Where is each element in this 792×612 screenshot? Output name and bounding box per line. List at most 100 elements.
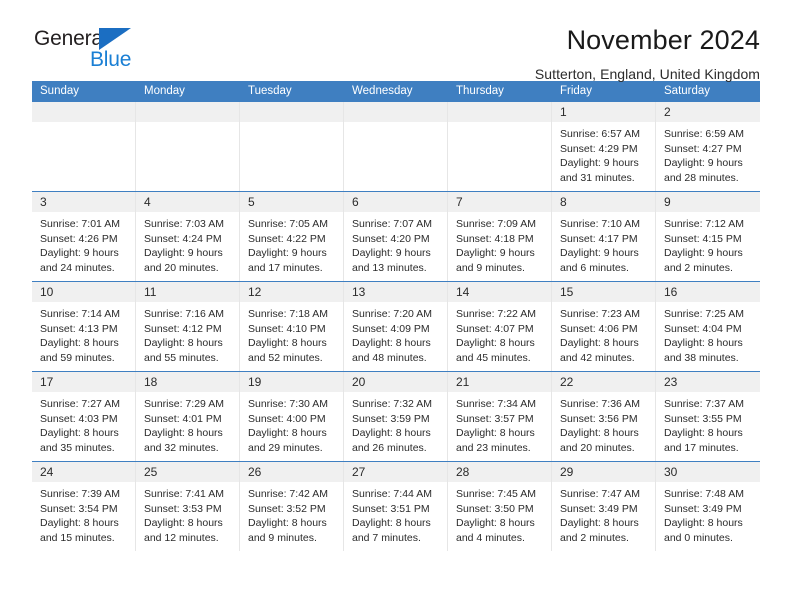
day-cell[interactable] xyxy=(32,102,136,191)
day-cell[interactable]: 26 Sunrise: 7:42 AM Sunset: 3:52 PM Dayl… xyxy=(240,462,344,551)
day-cell[interactable]: 22 Sunrise: 7:36 AM Sunset: 3:56 PM Dayl… xyxy=(552,372,656,461)
sunrise-text: Sunrise: 7:09 AM xyxy=(456,218,536,230)
daylight-text: Daylight: 8 hours and 2 minutes. xyxy=(560,517,639,544)
day-cell-header: 25 xyxy=(136,462,239,482)
day-cell-body: Sunrise: 7:12 AM Sunset: 4:15 PM Dayligh… xyxy=(656,212,760,275)
day-number: 3 xyxy=(40,195,47,209)
day-cell[interactable]: 29 Sunrise: 7:47 AM Sunset: 3:49 PM Dayl… xyxy=(552,462,656,551)
sunrise-text: Sunrise: 7:27 AM xyxy=(40,398,120,410)
sunset-text: Sunset: 4:26 PM xyxy=(40,232,118,245)
day-cell[interactable]: 11 Sunrise: 7:16 AM Sunset: 4:12 PM Dayl… xyxy=(136,282,240,371)
day-cell-body: Sunrise: 7:44 AM Sunset: 3:51 PM Dayligh… xyxy=(344,482,447,545)
day-cell[interactable]: 10 Sunrise: 7:14 AM Sunset: 4:13 PM Dayl… xyxy=(32,282,136,371)
weekday-header-thursday: Thursday xyxy=(456,85,504,97)
day-cell[interactable]: 23 Sunrise: 7:37 AM Sunset: 3:55 PM Dayl… xyxy=(656,372,760,461)
day-cell-header: 4 xyxy=(136,192,239,212)
day-cell[interactable] xyxy=(344,102,448,191)
day-cell[interactable]: 27 Sunrise: 7:44 AM Sunset: 3:51 PM Dayl… xyxy=(344,462,448,551)
title-block: November 2024 Sutterton, England, United… xyxy=(152,26,760,83)
day-cell[interactable]: 17 Sunrise: 7:27 AM Sunset: 4:03 PM Dayl… xyxy=(32,372,136,461)
day-cell[interactable]: 15 Sunrise: 7:23 AM Sunset: 4:06 PM Dayl… xyxy=(552,282,656,371)
day-number: 25 xyxy=(144,465,158,479)
day-cell-body: Sunrise: 7:14 AM Sunset: 4:13 PM Dayligh… xyxy=(32,302,135,365)
day-cell[interactable]: 24 Sunrise: 7:39 AM Sunset: 3:54 PM Dayl… xyxy=(32,462,136,551)
day-cell-header: 12 xyxy=(240,282,343,302)
sunrise-text: Sunrise: 7:07 AM xyxy=(352,218,432,230)
day-cell[interactable]: 1 Sunrise: 6:57 AM Sunset: 4:29 PM Dayli… xyxy=(552,102,656,191)
daylight-text: Daylight: 8 hours and 38 minutes. xyxy=(664,337,743,364)
day-cell[interactable] xyxy=(448,102,552,191)
triangle-icon xyxy=(99,28,131,50)
day-cell[interactable]: 20 Sunrise: 7:32 AM Sunset: 3:59 PM Dayl… xyxy=(344,372,448,461)
sunrise-text: Sunrise: 7:39 AM xyxy=(40,488,120,500)
day-cell-header: 2 xyxy=(656,102,760,122)
day-number: 5 xyxy=(248,195,255,209)
day-cell[interactable]: 7 Sunrise: 7:09 AM Sunset: 4:18 PM Dayli… xyxy=(448,192,552,281)
sunset-text: Sunset: 3:49 PM xyxy=(560,502,638,515)
daylight-text: Daylight: 8 hours and 26 minutes. xyxy=(352,427,431,454)
day-number: 20 xyxy=(352,375,366,389)
day-cell[interactable]: 18 Sunrise: 7:29 AM Sunset: 4:01 PM Dayl… xyxy=(136,372,240,461)
day-cell[interactable]: 25 Sunrise: 7:41 AM Sunset: 3:53 PM Dayl… xyxy=(136,462,240,551)
daylight-text: Daylight: 8 hours and 35 minutes. xyxy=(40,427,119,454)
day-cell[interactable] xyxy=(240,102,344,191)
day-cell-header: 21 xyxy=(448,372,551,392)
week-row: 10 Sunrise: 7:14 AM Sunset: 4:13 PM Dayl… xyxy=(32,281,760,371)
day-number: 13 xyxy=(352,285,366,299)
day-cell-body: Sunrise: 7:30 AM Sunset: 4:00 PM Dayligh… xyxy=(240,392,343,455)
sunset-text: Sunset: 3:59 PM xyxy=(352,412,430,425)
day-number: 2 xyxy=(664,105,671,119)
day-cell[interactable]: 3 Sunrise: 7:01 AM Sunset: 4:26 PM Dayli… xyxy=(32,192,136,281)
day-cell[interactable]: 14 Sunrise: 7:22 AM Sunset: 4:07 PM Dayl… xyxy=(448,282,552,371)
sunrise-text: Sunrise: 7:03 AM xyxy=(144,218,224,230)
sunset-text: Sunset: 3:49 PM xyxy=(664,502,742,515)
day-number: 29 xyxy=(560,465,574,479)
day-cell[interactable]: 19 Sunrise: 7:30 AM Sunset: 4:00 PM Dayl… xyxy=(240,372,344,461)
day-cell[interactable]: 9 Sunrise: 7:12 AM Sunset: 4:15 PM Dayli… xyxy=(656,192,760,281)
sunset-text: Sunset: 4:24 PM xyxy=(144,232,222,245)
daylight-text: Daylight: 9 hours and 2 minutes. xyxy=(664,247,743,274)
daylight-text: Daylight: 9 hours and 20 minutes. xyxy=(144,247,223,274)
day-cell-body: Sunrise: 7:07 AM Sunset: 4:20 PM Dayligh… xyxy=(344,212,447,275)
sunrise-text: Sunrise: 7:18 AM xyxy=(248,308,328,320)
weekday-header-monday: Monday xyxy=(144,85,185,97)
sunset-text: Sunset: 3:54 PM xyxy=(40,502,118,515)
day-cell[interactable]: 28 Sunrise: 7:45 AM Sunset: 3:50 PM Dayl… xyxy=(448,462,552,551)
day-cell-header: 10 xyxy=(32,282,135,302)
day-cell[interactable] xyxy=(136,102,240,191)
day-cell-header: 27 xyxy=(344,462,447,482)
day-cell[interactable]: 13 Sunrise: 7:20 AM Sunset: 4:09 PM Dayl… xyxy=(344,282,448,371)
sunset-text: Sunset: 3:51 PM xyxy=(352,502,430,515)
day-cell-body xyxy=(344,122,447,127)
daylight-text: Daylight: 8 hours and 55 minutes. xyxy=(144,337,223,364)
day-cell[interactable]: 2 Sunrise: 6:59 AM Sunset: 4:27 PM Dayli… xyxy=(656,102,760,191)
day-cell-header: 29 xyxy=(552,462,655,482)
weekday-header-row: Sunday Monday Tuesday Wednesday Thursday… xyxy=(32,81,760,102)
week-row: 24 Sunrise: 7:39 AM Sunset: 3:54 PM Dayl… xyxy=(32,461,760,551)
day-cell[interactable]: 21 Sunrise: 7:34 AM Sunset: 3:57 PM Dayl… xyxy=(448,372,552,461)
day-cell-header: 23 xyxy=(656,372,760,392)
generalblue-logo[interactable]: General Blue xyxy=(32,26,152,78)
daylight-text: Daylight: 9 hours and 6 minutes. xyxy=(560,247,639,274)
day-cell-body: Sunrise: 7:01 AM Sunset: 4:26 PM Dayligh… xyxy=(32,212,135,275)
day-cell[interactable]: 8 Sunrise: 7:10 AM Sunset: 4:17 PM Dayli… xyxy=(552,192,656,281)
day-cell[interactable]: 30 Sunrise: 7:48 AM Sunset: 3:49 PM Dayl… xyxy=(656,462,760,551)
day-cell-header: 30 xyxy=(656,462,760,482)
sunrise-text: Sunrise: 7:22 AM xyxy=(456,308,536,320)
day-cell-body: Sunrise: 7:34 AM Sunset: 3:57 PM Dayligh… xyxy=(448,392,551,455)
day-cell-header: 5 xyxy=(240,192,343,212)
day-cell[interactable]: 4 Sunrise: 7:03 AM Sunset: 4:24 PM Dayli… xyxy=(136,192,240,281)
sunrise-text: Sunrise: 7:05 AM xyxy=(248,218,328,230)
daylight-text: Daylight: 8 hours and 12 minutes. xyxy=(144,517,223,544)
day-cell[interactable]: 12 Sunrise: 7:18 AM Sunset: 4:10 PM Dayl… xyxy=(240,282,344,371)
day-cell-header: 24 xyxy=(32,462,135,482)
sunrise-text: Sunrise: 7:44 AM xyxy=(352,488,432,500)
day-cell[interactable]: 5 Sunrise: 7:05 AM Sunset: 4:22 PM Dayli… xyxy=(240,192,344,281)
day-cell[interactable]: 6 Sunrise: 7:07 AM Sunset: 4:20 PM Dayli… xyxy=(344,192,448,281)
daylight-text: Daylight: 8 hours and 7 minutes. xyxy=(352,517,431,544)
day-cell-header xyxy=(136,102,239,122)
day-cell[interactable]: 16 Sunrise: 7:25 AM Sunset: 4:04 PM Dayl… xyxy=(656,282,760,371)
day-cell-body: Sunrise: 7:29 AM Sunset: 4:01 PM Dayligh… xyxy=(136,392,239,455)
sunset-text: Sunset: 4:01 PM xyxy=(144,412,222,425)
day-number: 23 xyxy=(664,375,678,389)
